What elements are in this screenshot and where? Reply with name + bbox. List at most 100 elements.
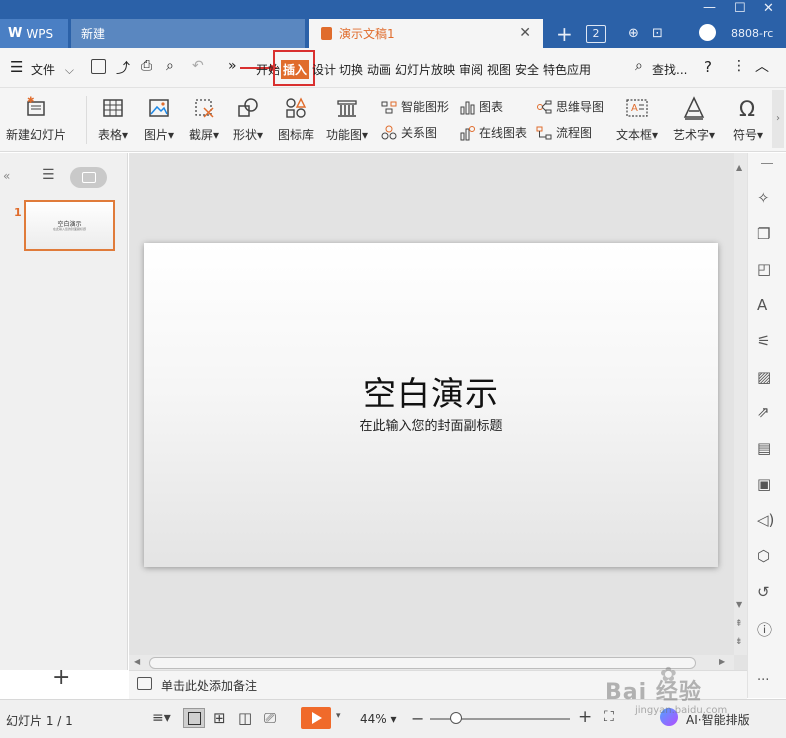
new-tab-button[interactable]: + bbox=[556, 22, 573, 46]
presenter-view-icon[interactable]: ⎚ bbox=[264, 709, 276, 727]
zoom-out-button[interactable]: − bbox=[411, 709, 424, 728]
print-preview-icon[interactable]: ⌕ bbox=[166, 58, 174, 74]
more-options-icon[interactable]: ⋮ bbox=[732, 58, 746, 74]
minimize-button[interactable]: — bbox=[703, 0, 716, 15]
menu-tab-transition[interactable]: 切换 bbox=[339, 61, 363, 78]
ai-smart-layout-button[interactable]: AI·智能排版 bbox=[686, 711, 750, 728]
shape-button[interactable]: 形状▾ bbox=[233, 96, 263, 143]
flowchart-button[interactable]: 流程图 bbox=[536, 124, 592, 141]
maximize-button[interactable]: ☐ bbox=[734, 1, 746, 16]
function-chart-button[interactable]: 功能图▾ bbox=[326, 96, 368, 143]
file-label: 文件 bbox=[31, 63, 56, 77]
window-icon[interactable]: ⊡ bbox=[652, 26, 663, 41]
icon-library-button[interactable]: 图标库 bbox=[278, 96, 314, 143]
grid-view-icon[interactable]: ⊞ bbox=[213, 709, 226, 727]
menu-tab-slideshow[interactable]: 幻灯片放映 bbox=[395, 61, 455, 78]
more-tabs-arrow[interactable]: » bbox=[228, 58, 237, 74]
collapse-ribbon-icon[interactable]: ︿ bbox=[755, 56, 769, 76]
outline-view-icon[interactable]: ☰ bbox=[42, 167, 55, 183]
ribbon-scroll-right-icon[interactable]: › bbox=[772, 90, 784, 148]
collapse-panel-icon[interactable]: « bbox=[3, 169, 10, 183]
mind-map-button[interactable]: 思维导图 bbox=[536, 98, 604, 115]
hamburger-menu-icon[interactable]: ☰ bbox=[10, 58, 23, 76]
ribbon-label: 流程图 bbox=[556, 126, 593, 140]
save-icon[interactable] bbox=[91, 59, 106, 74]
zoom-slider-thumb[interactable] bbox=[450, 712, 462, 724]
zoom-in-button[interactable]: + bbox=[578, 707, 592, 727]
close-tab-icon[interactable]: ✕ bbox=[519, 25, 531, 41]
reading-view-icon[interactable]: ◫ bbox=[238, 709, 252, 727]
new-slide-button[interactable]: ✱ 新建幻灯片 bbox=[6, 96, 66, 143]
export-icon[interactable]: ⤴ bbox=[116, 58, 130, 78]
audio-icon[interactable]: ◁) bbox=[757, 511, 777, 531]
horizontal-scroll-thumb[interactable] bbox=[149, 657, 696, 669]
undo-icon[interactable]: ↶ bbox=[192, 58, 204, 74]
tab-count-badge[interactable]: 2 bbox=[586, 25, 606, 43]
file-menu[interactable]: 文件 ⌵ bbox=[31, 61, 74, 78]
symbol-button[interactable]: Ω 符号▾ bbox=[733, 96, 763, 143]
tab-new[interactable]: 新建 bbox=[71, 19, 305, 48]
smart-graphic-button[interactable]: 智能图形 bbox=[381, 98, 449, 115]
screenshot-button[interactable]: 截屏▾ bbox=[189, 96, 219, 143]
vertical-scrollbar[interactable]: ▲ ▼ ⇞ ⇟ bbox=[734, 153, 747, 655]
picture-button[interactable]: 图片▾ bbox=[144, 96, 174, 143]
slideshow-options-icon[interactable]: ▾ bbox=[336, 711, 341, 721]
menu-tab-insert[interactable]: 插入 bbox=[273, 50, 315, 86]
copy-slide-icon[interactable]: ❐ bbox=[757, 225, 777, 245]
fit-window-icon[interactable]: ⛶ bbox=[604, 709, 614, 725]
history-icon[interactable]: ↺ bbox=[757, 583, 777, 603]
help-icon[interactable]: ? bbox=[704, 58, 712, 76]
scroll-right-icon[interactable]: ▶ bbox=[719, 657, 725, 666]
notes-placeholder[interactable]: 单击此处添加备注 bbox=[161, 677, 257, 694]
word-art-button[interactable]: 艺术字▾ bbox=[673, 96, 715, 143]
search-icon[interactable]: ⌕ bbox=[635, 58, 643, 74]
avatar[interactable] bbox=[699, 24, 716, 41]
share-icon[interactable]: ⇗ bbox=[757, 403, 777, 423]
zoom-level[interactable]: 44% ▾ bbox=[360, 712, 397, 726]
menu-tab-animation[interactable]: 动画 bbox=[367, 61, 391, 78]
print-icon[interactable]: ⎙ bbox=[141, 58, 152, 74]
menu-tab-special[interactable]: 特色应用 bbox=[543, 61, 591, 78]
notes-bar[interactable]: 单击此处添加备注 bbox=[129, 670, 747, 699]
next-slide-icon[interactable]: ⇟ bbox=[735, 637, 743, 647]
textbox-button[interactable]: A 文本框▾ bbox=[616, 96, 658, 143]
slide-title[interactable]: 空白演示 bbox=[144, 367, 718, 415]
archive-icon[interactable]: ▤ bbox=[757, 439, 777, 459]
picture-panel-icon[interactable]: ▣ bbox=[757, 475, 777, 495]
chart-button[interactable]: 图表 bbox=[459, 98, 503, 115]
cloud-sync-icon[interactable]: ⊕ bbox=[628, 26, 639, 41]
shape-tool-icon[interactable]: ◰ bbox=[757, 260, 777, 280]
view-menu-icon[interactable]: ≡▾ bbox=[152, 710, 171, 726]
scroll-down-icon[interactable]: ▼ bbox=[736, 600, 742, 609]
more-dots-icon[interactable]: ··· bbox=[757, 673, 777, 693]
tab-wps-home[interactable]: W WPS bbox=[0, 19, 68, 48]
horizontal-scrollbar[interactable]: ◀ ▶ bbox=[129, 655, 734, 670]
menu-tab-review[interactable]: 审阅 bbox=[459, 61, 483, 78]
slide-thumbnail[interactable]: 空白演示 在此输入您的封面副标题 bbox=[24, 200, 115, 251]
menu-tab-design[interactable]: 设计 bbox=[312, 61, 336, 78]
slide[interactable]: 空白演示 在此输入您的封面副标题 bbox=[144, 243, 718, 567]
relation-chart-button[interactable]: 关系图 bbox=[381, 124, 437, 141]
scroll-left-icon[interactable]: ◀ bbox=[134, 657, 140, 666]
prev-slide-icon[interactable]: ⇞ bbox=[735, 619, 743, 629]
online-chart-button[interactable]: 在线图表 bbox=[459, 124, 527, 141]
help-circle-icon[interactable]: ⓘ bbox=[757, 619, 777, 639]
magic-wand-icon[interactable]: ✧ bbox=[757, 189, 777, 209]
slide-subtitle[interactable]: 在此输入您的封面副标题 bbox=[144, 415, 718, 434]
search-button[interactable]: 查找... bbox=[652, 61, 687, 78]
tab-presentation-1[interactable]: 演示文稿1 ✕ bbox=[309, 19, 543, 48]
table-button[interactable]: 表格▾ bbox=[98, 96, 128, 143]
close-window-button[interactable]: ✕ bbox=[763, 1, 774, 16]
play-slideshow-button[interactable] bbox=[301, 707, 331, 729]
zoom-slider[interactable] bbox=[430, 712, 570, 724]
normal-view-button[interactable] bbox=[183, 708, 205, 728]
adjust-settings-icon[interactable]: ⚟ bbox=[757, 332, 777, 352]
thumbnail-view-toggle[interactable] bbox=[70, 167, 107, 188]
text-style-icon[interactable]: A bbox=[757, 296, 777, 316]
add-slide-button[interactable]: + bbox=[52, 667, 70, 689]
image-tool-icon[interactable]: ▨ bbox=[757, 368, 777, 388]
menu-tab-security[interactable]: 安全 bbox=[515, 61, 539, 78]
shield-icon[interactable]: ⬡ bbox=[757, 547, 777, 567]
menu-tab-view[interactable]: 视图 bbox=[487, 61, 511, 78]
scroll-up-icon[interactable]: ▲ bbox=[736, 163, 742, 172]
